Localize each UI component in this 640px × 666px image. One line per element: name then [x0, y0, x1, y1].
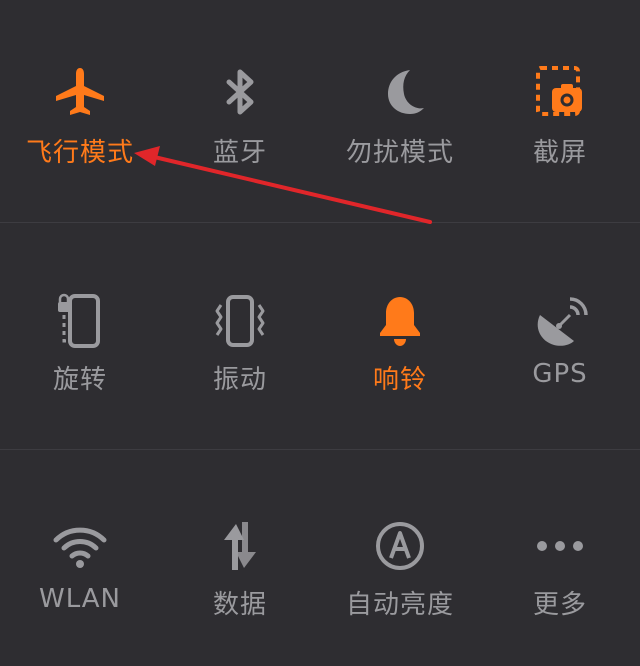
tile-auto-brightness[interactable]: 自动亮度 — [320, 450, 480, 666]
tile-label: 更多 — [532, 590, 587, 620]
tile-screenshot[interactable]: 截屏 — [480, 0, 640, 222]
tile-rotation[interactable]: 旋转 — [0, 223, 160, 449]
tile-label: 飞行模式 — [25, 138, 134, 168]
gps-icon — [530, 291, 590, 351]
tile-label: WLAN — [38, 584, 122, 614]
quick-settings-row: WLAN 数据 自动亮度 更多 — [0, 450, 640, 666]
wifi-icon — [50, 516, 110, 576]
tile-label: 旋转 — [52, 365, 107, 395]
auto-brightness-icon — [370, 516, 430, 576]
tile-label: 响铃 — [372, 365, 427, 395]
tile-vibrate[interactable]: 振动 — [160, 223, 320, 449]
quick-settings-row: 旋转 振动 响铃 GPS — [0, 223, 640, 449]
tile-label: 蓝牙 — [212, 138, 267, 168]
quick-settings-row: 飞行模式 蓝牙 勿扰模式 截屏 — [0, 0, 640, 222]
tile-label: 截屏 — [532, 138, 587, 168]
moon-icon — [370, 62, 430, 122]
tile-label: 自动亮度 — [345, 590, 454, 620]
airplane-icon — [50, 62, 110, 122]
quick-settings-panel: 飞行模式 蓝牙 勿扰模式 截屏 旋转 振动 响铃 GPS WLAN 数据 自动亮… — [0, 0, 640, 666]
tile-label: 勿扰模式 — [345, 138, 454, 168]
vibrate-icon — [210, 291, 270, 351]
tile-wlan[interactable]: WLAN — [0, 450, 160, 666]
tile-airplane-mode[interactable]: 飞行模式 — [0, 0, 160, 222]
tile-label: 振动 — [212, 365, 267, 395]
tile-do-not-disturb[interactable]: 勿扰模式 — [320, 0, 480, 222]
more-icon — [530, 516, 590, 576]
tile-mobile-data[interactable]: 数据 — [160, 450, 320, 666]
data-transfer-icon — [210, 516, 270, 576]
tile-ringer[interactable]: 响铃 — [320, 223, 480, 449]
tile-gps[interactable]: GPS — [480, 223, 640, 449]
bell-icon — [370, 291, 430, 351]
tile-bluetooth[interactable]: 蓝牙 — [160, 0, 320, 222]
rotation-lock-icon — [50, 291, 110, 351]
tile-more[interactable]: 更多 — [480, 450, 640, 666]
tile-label: 数据 — [212, 590, 267, 620]
screenshot-icon — [530, 62, 590, 122]
bluetooth-icon — [210, 62, 270, 122]
tile-label: GPS — [532, 359, 588, 389]
